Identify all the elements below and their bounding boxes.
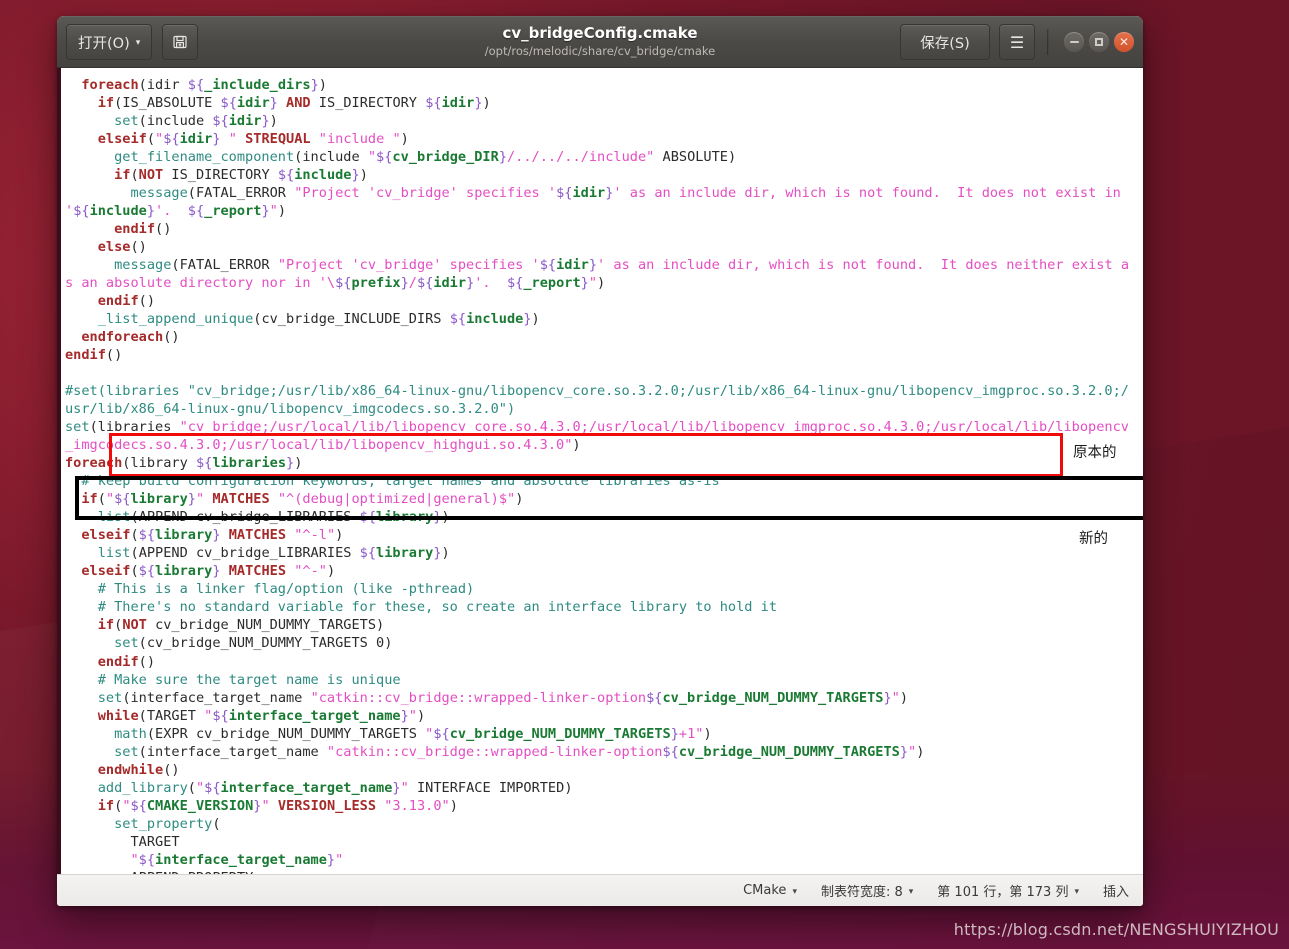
main-menu-button[interactable]: ☰ <box>999 24 1035 60</box>
code-line: if("${library}" MATCHES "^(debug|optimiz… <box>81 491 524 508</box>
code-line-original-commented: #set(libraries "cv_bridge;/usr/lib/x86_6… <box>65 383 1129 418</box>
save-as-button[interactable] <box>162 24 199 60</box>
code-line: endforeach() <box>81 329 180 346</box>
code-line: set(interface_target_name "catkin::cv_br… <box>114 743 925 760</box>
open-file-label: 打开(O) <box>78 35 130 52</box>
code-line: add_library("${interface_target_name}" I… <box>97 779 573 796</box>
watermark-url: https://blog.csdn.net/NENGSHUIYIZHOU <box>953 920 1279 939</box>
chevron-down-icon: ▾ <box>1074 886 1079 897</box>
code-line: elseif(${library} MATCHES "^-l") <box>81 527 344 544</box>
code-line: if("${CMAKE_VERSION}" VERSION_LESS "3.13… <box>97 797 458 814</box>
code-line: if(NOT IS_DIRECTORY ${include}) <box>114 167 368 184</box>
code-line: endif() <box>65 347 123 364</box>
code-line: # There's no standard variable for these… <box>97 599 778 616</box>
chevron-down-icon: ▾ <box>135 37 141 48</box>
chevron-down-icon: ▾ <box>908 886 914 897</box>
close-window-button[interactable]: ✕ <box>1114 32 1134 52</box>
code-line: list(APPEND cv_bridge_LIBRARIES ${librar… <box>97 545 450 562</box>
code-line: endif() <box>97 293 156 310</box>
gedit-window: 打开(O) ▾ cv_bridgeConfig.cmake /opt/ros/m… <box>57 16 1143 906</box>
code-line: if(NOT cv_bridge_NUM_DUMMY_TARGETS) <box>97 617 385 634</box>
code-line: endif() <box>114 221 172 238</box>
titlebar-right-controls: 保存(S) ☰ ✕ <box>900 24 1134 60</box>
page-title: cv_bridgeConfig.cmake <box>502 24 698 43</box>
open-file-button[interactable]: 打开(O) ▾ <box>66 24 153 60</box>
code-line: math(EXPR cv_bridge_NUM_DUMMY_TARGETS "$… <box>114 725 712 742</box>
code-line: if(IS_ABSOLUTE ${idir} AND IS_DIRECTORY … <box>97 95 491 112</box>
code-line: _list_append_unique(cv_bridge_INCLUDE_DI… <box>97 311 540 328</box>
annotation-original: 原本的 <box>1073 445 1117 461</box>
code-line-new-set: set(libraries "cv_bridge;/usr/local/lib/… <box>65 419 1129 454</box>
minimize-icon <box>1069 41 1079 43</box>
code-line: message(FATAL_ERROR "Project 'cv_bridge'… <box>65 257 1129 292</box>
save-button-label: 保存(S) <box>920 35 970 52</box>
code-line: foreach(library ${libraries}) <box>65 455 303 472</box>
maximize-icon <box>1095 38 1103 46</box>
code-line: foreach(idir ${_include_dirs}) <box>81 77 327 93</box>
code-line: # This is a linker flag/option (like -pt… <box>97 581 475 598</box>
chevron-down-icon: ▾ <box>792 886 797 897</box>
desktop-background: 打开(O) ▾ cv_bridgeConfig.cmake /opt/ros/m… <box>0 0 1289 949</box>
code-line: elseif(${library} MATCHES "^-") <box>81 563 336 580</box>
code-line: # Make sure the target name is unique <box>97 671 401 688</box>
file-path-subtitle: /opt/ros/melodic/share/cv_bridge/cmake <box>484 43 716 58</box>
code-line: while(TARGET "${interface_target_name}") <box>97 707 426 724</box>
code-line: get_filename_component(include "${cv_bri… <box>114 149 737 166</box>
save-as-icon <box>173 35 187 49</box>
status-tab-width-selector[interactable]: 制表符宽度: 8 ▾ <box>821 881 913 900</box>
status-position-label: 第 101 行，第 173 列 <box>937 885 1069 900</box>
source-code-view[interactable]: foreach(idir ${_include_dirs}) if(IS_ABS… <box>61 68 1143 874</box>
code-line: set_property( <box>114 815 221 832</box>
minimize-window-button[interactable] <box>1064 32 1084 52</box>
maximize-window-button[interactable] <box>1089 32 1109 52</box>
status-tab-width-label: 制表符宽度: 8 <box>820 885 903 900</box>
hamburger-icon: ☰ <box>1009 32 1025 52</box>
code-line: set(include ${idir}) <box>114 113 278 130</box>
editor-viewport[interactable]: foreach(idir ${_include_dirs}) if(IS_ABS… <box>57 68 1143 874</box>
code-line: list(APPEND cv_bridge_LIBRARIES ${librar… <box>97 509 450 526</box>
window-titlebar: 打开(O) ▾ cv_bridgeConfig.cmake /opt/ros/m… <box>57 16 1143 68</box>
save-button[interactable]: 保存(S) <box>900 24 990 60</box>
status-insert-label: 插入 <box>1102 885 1129 900</box>
status-bar: CMake ▾ 制表符宽度: 8 ▾ 第 101 行，第 173 列 ▾ 插入 <box>57 874 1143 906</box>
code-line: # keep build configuration keywords, tar… <box>81 473 720 490</box>
code-line: set(interface_target_name "catkin::cv_br… <box>97 689 909 706</box>
annotation-new: 新的 <box>1079 531 1108 547</box>
close-icon: ✕ <box>1118 35 1130 49</box>
code-line: "${interface_target_name}" <box>130 851 344 868</box>
code-line: elseif("${idir} " STREQUAL "include ") <box>97 131 409 148</box>
status-language-label: CMake <box>743 883 787 898</box>
code-line: message(FATAL_ERROR "Project 'cv_bridge'… <box>65 185 1130 220</box>
status-insert-mode: 插入 <box>1103 881 1129 900</box>
code-line: endif() <box>97 653 156 670</box>
code-line: TARGET <box>130 833 180 850</box>
code-line: set(cv_bridge_NUM_DUMMY_TARGETS 0) <box>114 635 393 652</box>
code-line: endwhile() <box>97 761 180 778</box>
status-cursor-position[interactable]: 第 101 行，第 173 列 ▾ <box>937 881 1079 900</box>
code-line: else() <box>97 239 147 256</box>
status-language-selector[interactable]: CMake ▾ <box>743 883 797 898</box>
titlebar-divider <box>1047 29 1049 55</box>
code-line: APPEND PROPERTY <box>61 869 1143 874</box>
